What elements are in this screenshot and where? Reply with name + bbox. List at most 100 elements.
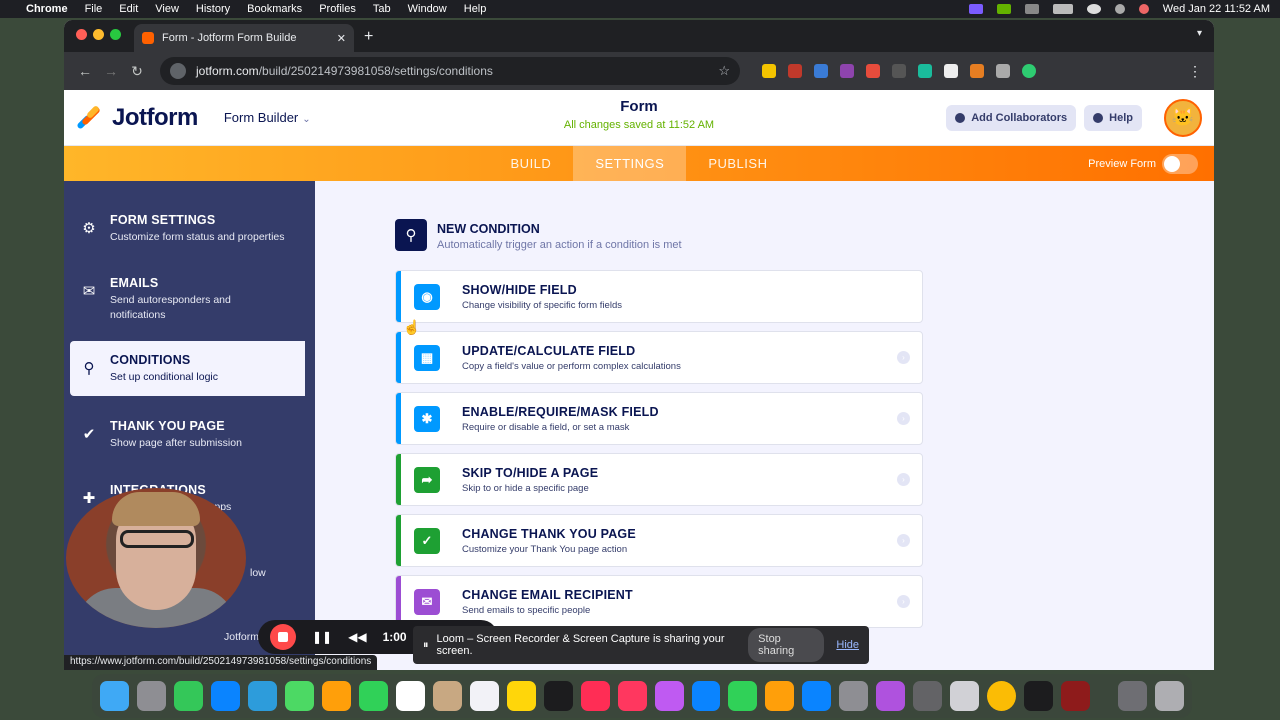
news-icon[interactable] bbox=[617, 681, 647, 711]
podcasts-icon[interactable] bbox=[654, 681, 684, 711]
sidebar-item-emails[interactable]: ✉ EMAILS Send autoresponders and notifica… bbox=[70, 276, 305, 322]
menu-help[interactable]: Help bbox=[464, 3, 487, 15]
form-builder-dropdown[interactable]: Form Builder ⌄ bbox=[224, 110, 311, 125]
condition-card-enable-require-mask-field[interactable]: ✱ ENABLE/REQUIRE/MASK FIELD Require or di… bbox=[395, 392, 923, 445]
address-bar[interactable]: jotform.com/build/250214973981058/settin… bbox=[160, 57, 740, 85]
photos-icon[interactable] bbox=[321, 681, 351, 711]
menu-app-name[interactable]: Chrome bbox=[26, 3, 68, 15]
feedback-icon[interactable] bbox=[876, 681, 906, 711]
close-window-icon[interactable] bbox=[76, 29, 87, 40]
sidebar-item-partial[interactable]: low bbox=[240, 563, 310, 581]
condition-card-change-thank-you-page[interactable]: ✓ CHANGE THANK YOU PAGE Customize your Th… bbox=[395, 514, 923, 567]
card-desc: Customize your Thank You page action bbox=[462, 543, 628, 555]
extensions-puzzle-icon[interactable] bbox=[996, 64, 1010, 78]
tv-icon[interactable] bbox=[543, 681, 573, 711]
siri-icon[interactable] bbox=[1138, 4, 1149, 14]
messages-icon[interactable] bbox=[173, 681, 203, 711]
extension-icon[interactable] bbox=[892, 64, 906, 78]
menu-edit[interactable]: Edit bbox=[119, 3, 138, 15]
help-button[interactable]: Help bbox=[1084, 104, 1142, 131]
finder-icon[interactable] bbox=[100, 681, 129, 711]
calendar-icon[interactable] bbox=[395, 681, 425, 711]
minimize-window-icon[interactable] bbox=[93, 29, 104, 40]
extension-icon[interactable] bbox=[788, 64, 802, 78]
notes-icon[interactable] bbox=[506, 681, 536, 711]
stop-recording-button[interactable] bbox=[270, 624, 296, 650]
pages-icon[interactable] bbox=[765, 681, 795, 711]
search-icon[interactable] bbox=[1114, 4, 1125, 14]
menu-profiles[interactable]: Profiles bbox=[319, 3, 356, 15]
extension-icon[interactable] bbox=[840, 64, 854, 78]
extension-icon[interactable] bbox=[866, 64, 880, 78]
condition-card-update-calculate-field[interactable]: ▦ UPDATE/CALCULATE FIELD Copy a field's v… bbox=[395, 331, 923, 384]
extension-icon[interactable] bbox=[944, 64, 958, 78]
mail-icon[interactable] bbox=[247, 681, 277, 711]
sidebar-item-form-settings[interactable]: ⚙ FORM SETTINGS Customize form status and… bbox=[70, 213, 305, 245]
site-info-icon[interactable] bbox=[170, 63, 186, 79]
bookmark-star-icon[interactable]: ☆ bbox=[718, 63, 730, 79]
extension-icon[interactable] bbox=[970, 64, 984, 78]
stop-sharing-button[interactable]: Stop sharing bbox=[748, 628, 825, 662]
new-tab-button[interactable]: + bbox=[364, 28, 373, 46]
numbers-icon[interactable] bbox=[728, 681, 758, 711]
dictionary-icon[interactable] bbox=[1061, 681, 1091, 711]
extension-icon[interactable] bbox=[918, 64, 932, 78]
safari-icon[interactable] bbox=[210, 681, 240, 711]
jotform-logo[interactable]: Jotform bbox=[76, 104, 198, 132]
hide-button[interactable]: Hide bbox=[836, 639, 859, 651]
launchpad-icon[interactable] bbox=[136, 681, 166, 711]
browser-menu-icon[interactable]: ⋮ bbox=[1188, 63, 1202, 80]
status-app-icon[interactable] bbox=[996, 4, 1011, 14]
screen-share-icon[interactable] bbox=[968, 4, 983, 14]
condition-card-skip-hide-page[interactable]: ➦ SKIP TO/HIDE A PAGE Skip to or hide a s… bbox=[395, 453, 923, 506]
sidebar-item-thank-you-page[interactable]: ✔ THANK YOU PAGE Show page after submissi… bbox=[70, 419, 305, 451]
battery-icon[interactable] bbox=[1052, 4, 1073, 14]
preview-form-toggle[interactable] bbox=[1162, 154, 1198, 174]
chrome-icon[interactable] bbox=[987, 681, 1017, 711]
wifi-icon[interactable] bbox=[1086, 4, 1101, 14]
avatar[interactable]: 🐱 bbox=[1164, 98, 1202, 137]
add-collaborators-button[interactable]: Add Collaborators bbox=[946, 104, 1077, 131]
menu-tab[interactable]: Tab bbox=[373, 3, 391, 15]
downloads-stack-icon[interactable] bbox=[1118, 681, 1148, 711]
sidebar-item-conditions[interactable]: ⚲ CONDITIONS Set up conditional logic bbox=[70, 341, 305, 396]
reload-icon[interactable]: ↻ bbox=[124, 63, 150, 80]
music-icon[interactable] bbox=[580, 681, 610, 711]
back-arrow-icon[interactable]: ← bbox=[72, 63, 98, 79]
condition-card-show-hide-field[interactable]: ◉ SHOW/HIDE FIELD Change visibility of sp… bbox=[395, 270, 923, 323]
extension-icon[interactable] bbox=[814, 64, 828, 78]
menu-view[interactable]: View bbox=[155, 3, 179, 15]
menubar-clock[interactable]: Wed Jan 22 11:52 AM bbox=[1163, 3, 1270, 15]
loom-camera-bubble[interactable] bbox=[66, 488, 246, 628]
contacts-icon[interactable] bbox=[432, 681, 462, 711]
chatgpt-icon[interactable] bbox=[1024, 681, 1054, 711]
maps-icon[interactable] bbox=[284, 681, 314, 711]
pause-icon[interactable]: ❚❚ bbox=[312, 630, 332, 644]
menu-history[interactable]: History bbox=[196, 3, 230, 15]
profile-icon[interactable] bbox=[1022, 64, 1036, 78]
menu-window[interactable]: Window bbox=[408, 3, 447, 15]
close-tab-icon[interactable]: ✕ bbox=[337, 32, 346, 45]
roblox-icon[interactable] bbox=[950, 681, 980, 711]
forward-arrow-icon[interactable]: → bbox=[98, 63, 124, 79]
iphone-mirroring-icon[interactable] bbox=[913, 681, 943, 711]
system-settings-icon[interactable] bbox=[839, 681, 869, 711]
drag-handle-icon[interactable]: ⏸ bbox=[423, 639, 429, 652]
window-controls bbox=[76, 27, 127, 45]
tab-search-chevron-icon[interactable]: ▾ bbox=[1197, 28, 1202, 39]
tab-publish[interactable]: PUBLISH bbox=[686, 146, 789, 181]
facetime-icon[interactable] bbox=[358, 681, 388, 711]
browser-tab[interactable]: Form - Jotform Form Builde ✕ bbox=[134, 24, 354, 52]
app-store-icon[interactable] bbox=[802, 681, 832, 711]
tab-build[interactable]: BUILD bbox=[489, 146, 574, 181]
rewind-icon[interactable]: ◀◀ bbox=[348, 630, 366, 644]
zoom-window-icon[interactable] bbox=[110, 29, 121, 40]
menu-file[interactable]: File bbox=[85, 3, 103, 15]
tab-settings[interactable]: SETTINGS bbox=[573, 146, 687, 181]
keynote-icon[interactable] bbox=[691, 681, 721, 711]
bluetooth-icon[interactable] bbox=[1024, 4, 1039, 14]
menu-bookmarks[interactable]: Bookmarks bbox=[247, 3, 302, 15]
trash-icon[interactable] bbox=[1155, 681, 1185, 711]
reminders-icon[interactable] bbox=[469, 681, 499, 711]
extension-icon[interactable] bbox=[762, 64, 776, 78]
